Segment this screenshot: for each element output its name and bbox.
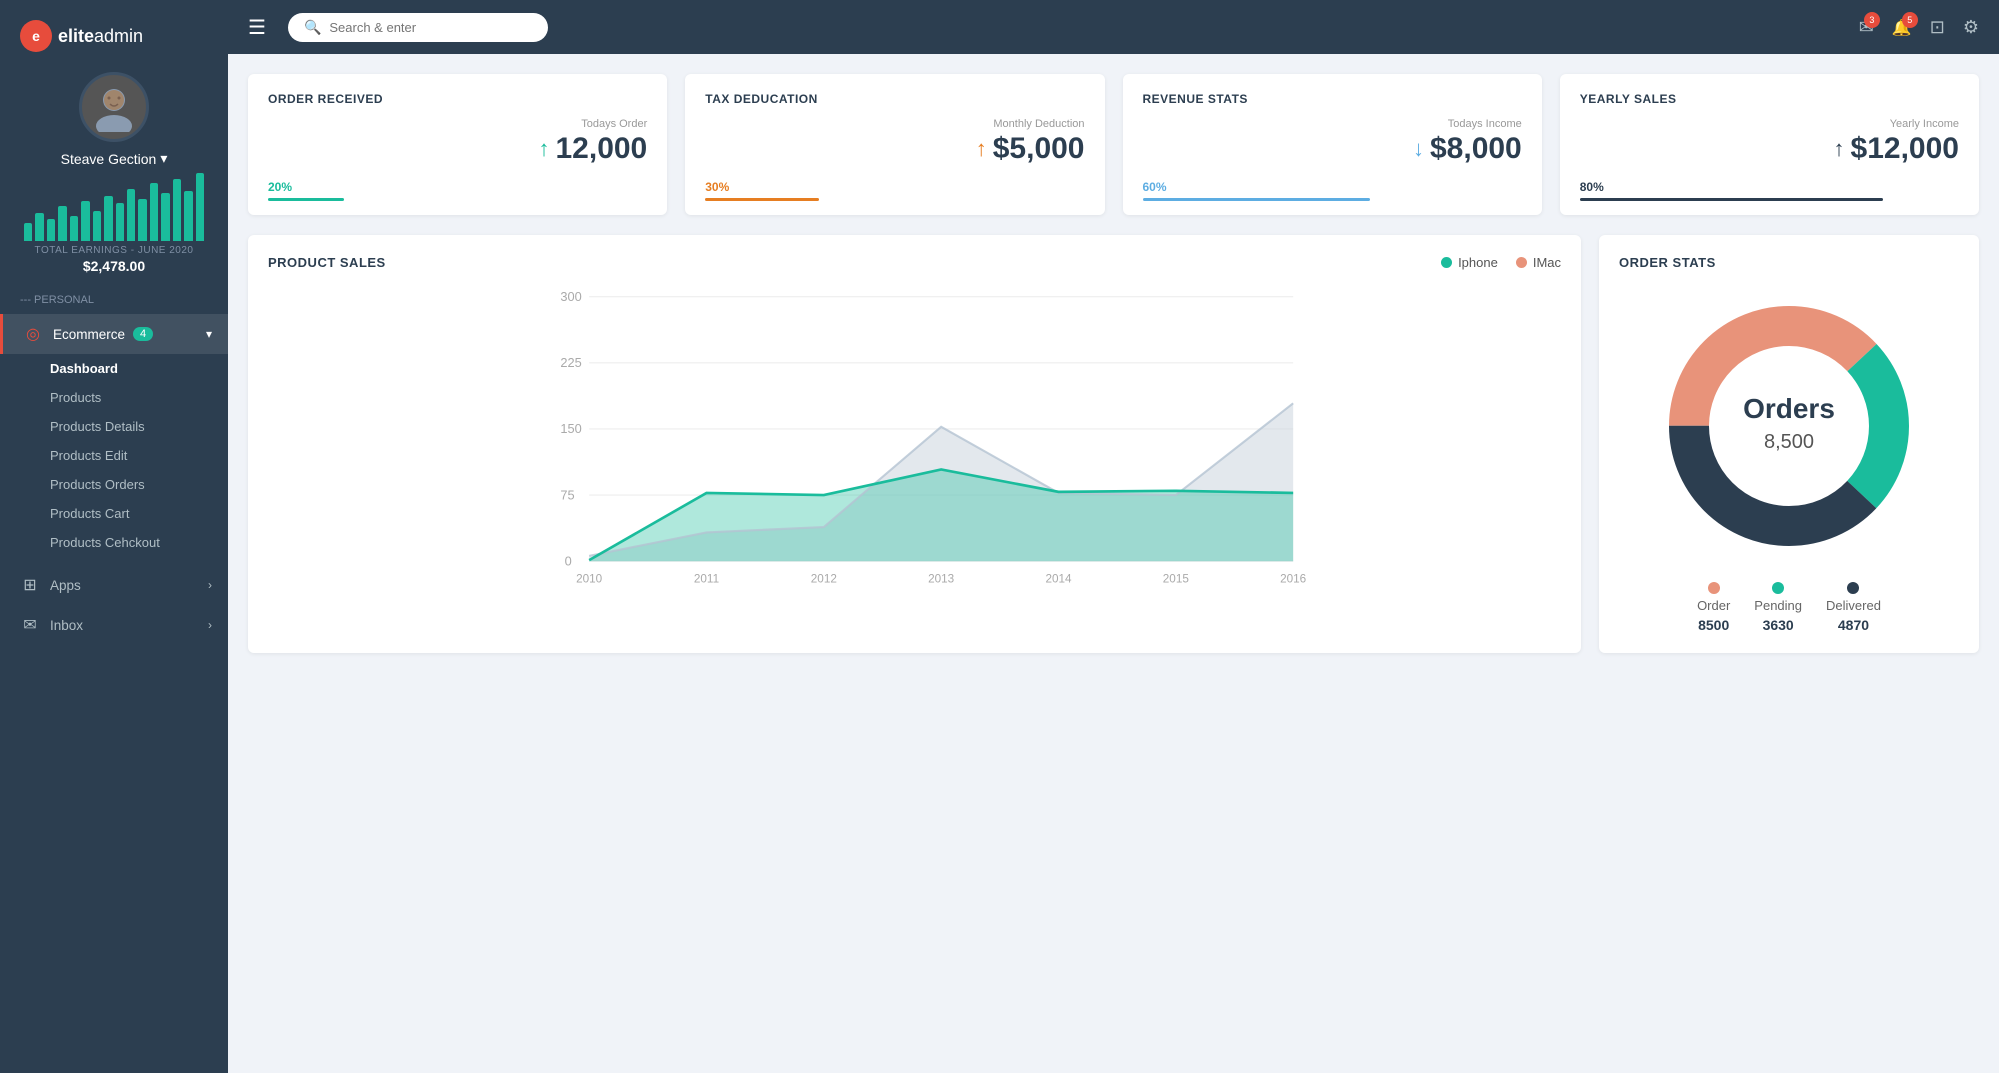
svg-text:2016: 2016 [1280, 573, 1306, 586]
delivered-value: 4870 [1838, 617, 1869, 633]
iphone-label: Iphone [1458, 255, 1498, 270]
svg-text:Orders: Orders [1743, 393, 1835, 424]
stat-card-title: REVENUE STATS [1143, 92, 1522, 106]
logo-icon: e [20, 20, 52, 52]
svg-text:150: 150 [560, 421, 581, 436]
sidebar: e eliteadmin Steave Gection ▾ TOTAL EARN… [0, 0, 228, 1073]
brand-name: eliteadmin [58, 26, 143, 47]
user-profile-section: Steave Gection ▾ [61, 72, 168, 167]
product-sales-legend: Iphone IMac [1441, 255, 1561, 270]
sidebar-item-ecommerce-label: Ecommerce [53, 327, 125, 342]
svg-text:2011: 2011 [694, 573, 719, 586]
legend-iphone: Iphone [1441, 255, 1498, 270]
svg-text:2013: 2013 [928, 573, 954, 586]
notification-icon[interactable]: 🔔 5 [1892, 17, 1912, 38]
legend-imac: IMac [1516, 255, 1561, 270]
pending-label: Pending [1754, 598, 1802, 613]
earnings-label: TOTAL EARNINGS - JUNE 2020 [35, 245, 194, 256]
stat-card-title: YEARLY SALES [1580, 92, 1959, 106]
svg-text:225: 225 [560, 355, 581, 370]
charts-row: PRODUCT SALES Iphone IMac [248, 235, 1979, 653]
pending-value: 3630 [1763, 617, 1794, 633]
iphone-dot [1441, 257, 1452, 268]
order-stats-card: ORDER STATS Orders 8,500 [1599, 235, 1979, 653]
ecommerce-badge: 4 [133, 327, 153, 341]
donut-legend: Order 8500 Pending 3630 Delivered 4870 [1697, 582, 1881, 633]
pending-dot [1772, 582, 1784, 594]
svg-text:2012: 2012 [811, 573, 837, 586]
area-chart: 300 225 150 75 0 [268, 286, 1561, 606]
settings-icon[interactable]: ⚙ [1963, 17, 1979, 38]
apps-arrow: › [208, 578, 212, 592]
hamburger-icon[interactable]: ☰ [248, 15, 266, 40]
order-label: Order [1697, 598, 1730, 613]
notification-badge: 5 [1902, 12, 1918, 28]
search-input[interactable] [329, 20, 529, 35]
ecommerce-icon: ◎ [23, 324, 43, 344]
donut-pending: Pending 3630 [1754, 582, 1802, 633]
sidebar-item-products-cart[interactable]: Products Cart [0, 499, 228, 528]
svg-text:2010: 2010 [576, 573, 603, 586]
stat-card-yearly-sales: YEARLY SALES Yearly Income ↑ $12,000 80% [1560, 74, 1979, 215]
sidebar-section-personal: --- PERSONAL [0, 294, 94, 306]
layout-icon[interactable]: ⊡ [1930, 17, 1945, 38]
sidebar-item-products-details[interactable]: Products Details [0, 412, 228, 441]
user-name[interactable]: Steave Gection ▾ [61, 150, 168, 167]
topbar-actions: ✉ 3 🔔 5 ⊡ ⚙ [1859, 17, 1979, 38]
content-area: ORDER RECEIVED Todays Order ↑ 12,000 20%… [228, 54, 1999, 1073]
svg-text:0: 0 [565, 553, 572, 568]
sidebar-item-products[interactable]: Products [0, 383, 228, 412]
product-sales-chart-card: PRODUCT SALES Iphone IMac [248, 235, 1581, 653]
earnings-mini-chart [24, 191, 204, 241]
sidebar-item-apps[interactable]: ⊞ Apps › [0, 565, 228, 605]
sidebar-item-inbox-label: Inbox [50, 618, 83, 633]
mail-icon[interactable]: ✉ 3 [1859, 17, 1874, 38]
sidebar-item-products-orders[interactable]: Products Orders [0, 470, 228, 499]
donut-order: Order 8500 [1697, 582, 1730, 633]
svg-text:2014: 2014 [1045, 573, 1072, 586]
stat-card-title: TAX DEDUCATION [705, 92, 1084, 106]
earnings-value: $2,478.00 [83, 258, 145, 274]
inbox-arrow: › [208, 618, 212, 632]
imac-label: IMac [1533, 255, 1561, 270]
order-stats-title: ORDER STATS [1619, 255, 1716, 270]
search-icon: 🔍 [304, 19, 321, 36]
sidebar-item-inbox[interactable]: ✉ Inbox › [0, 605, 228, 645]
product-sales-header: PRODUCT SALES Iphone IMac [268, 255, 1561, 270]
stat-cards-row: ORDER RECEIVED Todays Order ↑ 12,000 20%… [248, 74, 1979, 215]
stat-card-tax-deducation: TAX DEDUCATION Monthly Deduction ↑ $5,00… [685, 74, 1104, 215]
donut-delivered: Delivered 4870 [1826, 582, 1881, 633]
brand-logo: e eliteadmin [0, 20, 143, 52]
ecommerce-arrow: ▾ [206, 327, 212, 341]
search-box[interactable]: 🔍 [288, 13, 548, 42]
donut-svg: Orders 8,500 [1649, 286, 1929, 566]
stat-card-title: ORDER RECEIVED [268, 92, 647, 106]
order-stats-header: ORDER STATS [1619, 255, 1959, 270]
main-area: ☰ 🔍 ✉ 3 🔔 5 ⊡ ⚙ ORDER RECEIVED [228, 0, 1999, 1073]
apps-icon: ⊞ [20, 575, 40, 595]
delivered-label: Delivered [1826, 598, 1881, 613]
delivered-dot [1847, 582, 1859, 594]
svg-text:8,500: 8,500 [1764, 431, 1814, 453]
sidebar-item-dashboard[interactable]: Dashboard [0, 354, 228, 383]
sidebar-item-products-checkout[interactable]: Products Cehckout [0, 528, 228, 557]
order-value: 8500 [1698, 617, 1729, 633]
donut-chart-wrap: Orders 8,500 Order 8500 Pending 3630 [1619, 286, 1959, 633]
stat-card-order-received: ORDER RECEIVED Todays Order ↑ 12,000 20% [248, 74, 667, 215]
stat-card-revenue-stats: REVENUE STATS Todays Income ↓ $8,000 60% [1123, 74, 1542, 215]
svg-text:75: 75 [560, 487, 574, 502]
svg-text:300: 300 [560, 289, 581, 304]
mail-badge: 3 [1864, 12, 1880, 28]
product-sales-title: PRODUCT SALES [268, 255, 386, 270]
avatar [79, 72, 149, 142]
sidebar-item-ecommerce[interactable]: ◎ Ecommerce 4 ▾ [0, 314, 228, 354]
imac-dot [1516, 257, 1527, 268]
inbox-icon: ✉ [20, 615, 40, 635]
svg-text:2015: 2015 [1163, 573, 1190, 586]
sidebar-item-apps-label: Apps [50, 578, 81, 593]
topbar: ☰ 🔍 ✉ 3 🔔 5 ⊡ ⚙ [228, 0, 1999, 54]
sidebar-item-products-edit[interactable]: Products Edit [0, 441, 228, 470]
order-dot [1708, 582, 1720, 594]
